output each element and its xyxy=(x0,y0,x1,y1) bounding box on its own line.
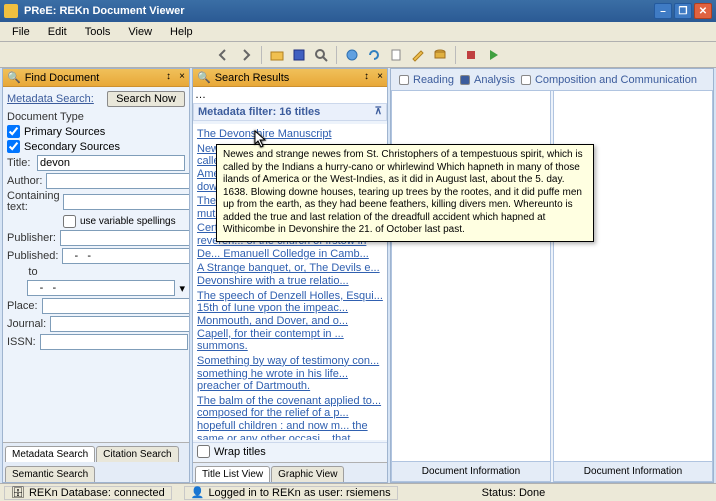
globe-icon[interactable] xyxy=(342,45,362,65)
containing-label: Containing text: xyxy=(7,191,59,213)
menu-file[interactable]: File xyxy=(4,24,38,40)
folder-icon[interactable] xyxy=(267,45,287,65)
result-item[interactable]: The speech of Denzell Holles, Esqui... 1… xyxy=(197,290,383,353)
doc-info-tab-right[interactable]: Document Information xyxy=(554,461,712,481)
secondary-sources-checkbox[interactable] xyxy=(7,140,20,153)
variable-spellings-label: use variable spellings xyxy=(80,216,176,227)
publisher-label: Publisher: xyxy=(7,232,56,244)
wrap-titles-checkbox[interactable] xyxy=(197,445,210,458)
published-from-input[interactable] xyxy=(62,248,189,264)
toolbar xyxy=(0,42,716,68)
result-item[interactable]: The Devonshire Manuscript xyxy=(197,128,383,141)
journal-label: Journal: xyxy=(7,318,46,330)
containing-input[interactable] xyxy=(63,194,189,210)
result-item[interactable]: A Strange banquet, or, The Devils e... D… xyxy=(197,262,383,287)
document-icon[interactable] xyxy=(386,45,406,65)
find-document-title: Find Document xyxy=(25,72,100,84)
back-icon[interactable] xyxy=(214,45,234,65)
primary-sources-checkbox[interactable] xyxy=(7,125,20,138)
metadata-search-heading[interactable]: Metadata Search: xyxy=(7,93,94,105)
hover-tooltip: Newes and strange newes from St. Christo… xyxy=(216,144,594,242)
database-icon[interactable] xyxy=(430,45,450,65)
tab-semantic-search[interactable]: Semantic Search xyxy=(5,466,95,482)
app-icon xyxy=(4,4,18,18)
tab-citation-search[interactable]: Citation Search xyxy=(96,446,178,462)
panel-close-icon[interactable]: × xyxy=(377,71,383,82)
refresh-icon[interactable] xyxy=(364,45,384,65)
collapse-icon[interactable]: ⊼ xyxy=(375,106,382,117)
close-button[interactable]: ✕ xyxy=(694,3,712,19)
issn-input[interactable] xyxy=(40,334,188,350)
document-viewer-panel: Reading Analysis Composition and Communi… xyxy=(390,68,714,483)
tab-metadata-search[interactable]: Metadata Search xyxy=(5,446,95,462)
titlebar: PReE: REKn Document Viewer – ❐ ✕ xyxy=(0,0,716,22)
title-label: Title: xyxy=(7,157,33,169)
panel-close-icon[interactable]: × xyxy=(179,71,185,82)
place-input[interactable] xyxy=(42,298,189,314)
tab-title-list-view[interactable]: Title List View xyxy=(195,466,270,482)
menu-tools[interactable]: Tools xyxy=(77,24,119,40)
published-label: Published: xyxy=(7,250,58,262)
search-results-panel: 🔍Search Results ↕ × … Metadata filter: 1… xyxy=(192,68,388,483)
result-item[interactable]: The balm of the covenant applied to... c… xyxy=(197,395,383,440)
status-db: 🗄REKn Database: connected xyxy=(4,486,172,500)
metadata-filter-label: Metadata filter: 16 titles xyxy=(198,106,320,118)
tab-graphic-view[interactable]: Graphic View xyxy=(271,466,344,482)
menu-help[interactable]: Help xyxy=(162,24,201,40)
stop-icon[interactable] xyxy=(461,45,481,65)
tab-analysis[interactable]: Analysis xyxy=(460,74,515,86)
wrap-titles-label: Wrap titles xyxy=(214,446,266,458)
author-input[interactable] xyxy=(46,173,189,189)
menu-edit[interactable]: Edit xyxy=(40,24,75,40)
doc-type-label: Document Type xyxy=(7,111,185,123)
publisher-input[interactable] xyxy=(60,230,189,246)
tab-reading[interactable]: Reading xyxy=(399,74,454,86)
search-results-title: Search Results xyxy=(215,72,290,84)
issn-label: ISSN: xyxy=(7,336,36,348)
tab-composition[interactable]: Composition and Communication xyxy=(521,74,697,86)
find-document-panel: 🔍Find Document ↕ × Metadata Search: Sear… xyxy=(2,68,190,483)
metadata-filter-header[interactable]: Metadata filter: 16 titles ⊼ xyxy=(193,103,387,121)
statusbar: 🗄REKn Database: connected 👤Logged in to … xyxy=(0,483,716,501)
edit-icon[interactable] xyxy=(408,45,428,65)
save-icon[interactable] xyxy=(289,45,309,65)
minimize-button[interactable]: – xyxy=(654,3,672,19)
results-tabs: Title List View Graphic View xyxy=(193,462,387,482)
status-state: Status: Done xyxy=(482,487,546,499)
find-tabs: Metadata Search Citation Search xyxy=(3,442,189,462)
search-icon[interactable] xyxy=(311,45,331,65)
menu-view[interactable]: View xyxy=(120,24,160,40)
find-document-header: 🔍Find Document ↕ × xyxy=(3,69,189,87)
play-icon[interactable] xyxy=(483,45,503,65)
result-item[interactable]: Something by way of testimony con... som… xyxy=(197,355,383,393)
to-label: to xyxy=(7,266,59,278)
author-label: Author: xyxy=(7,175,42,187)
maximize-button[interactable]: ❐ xyxy=(674,3,692,19)
secondary-sources-label: Secondary Sources xyxy=(24,141,120,153)
published-to-input[interactable] xyxy=(27,280,175,296)
variable-spellings-checkbox[interactable] xyxy=(63,215,76,228)
window-title: PReE: REKn Document Viewer xyxy=(24,5,654,17)
search-results-header: 🔍Search Results ↕ × xyxy=(193,69,387,87)
menubar: File Edit Tools View Help xyxy=(0,22,716,42)
pin-icon[interactable]: ↕ xyxy=(364,71,369,82)
doc-top-tabs: Reading Analysis Composition and Communi… xyxy=(391,69,713,91)
title-input[interactable] xyxy=(37,155,185,171)
pin-icon[interactable]: ↕ xyxy=(166,71,171,82)
journal-input[interactable] xyxy=(50,316,189,332)
search-now-button[interactable]: Search Now xyxy=(107,91,185,107)
status-login: 👤Logged in to REKn as user: rsiemens xyxy=(184,486,398,500)
forward-icon[interactable] xyxy=(236,45,256,65)
primary-sources-label: Primary Sources xyxy=(24,126,105,138)
place-label: Place: xyxy=(7,300,38,312)
doc-info-tab-left[interactable]: Document Information xyxy=(392,461,550,481)
